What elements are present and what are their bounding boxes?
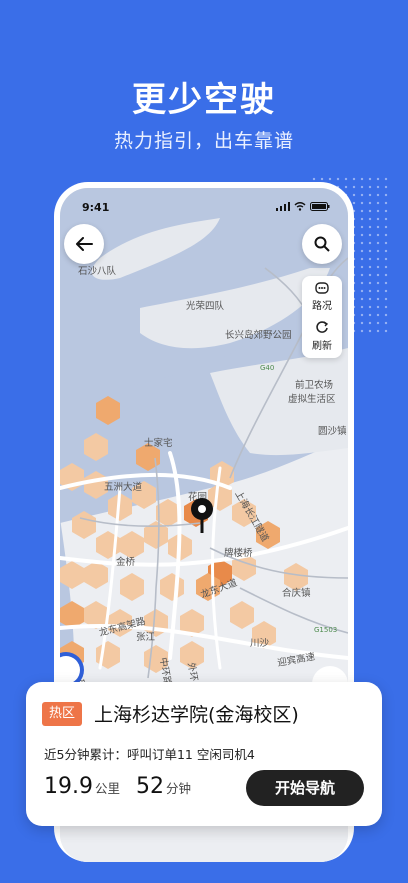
refresh-label: 刷新 xyxy=(312,341,332,352)
map-label: 金桥 xyxy=(116,556,136,568)
traffic-toggle[interactable]: 路况 xyxy=(302,282,342,312)
battery-icon xyxy=(310,202,330,211)
distance-value: 19.9 xyxy=(44,774,93,799)
wifi-icon xyxy=(294,202,306,211)
map-label: 川沙 xyxy=(250,638,270,649)
search-button[interactable] xyxy=(302,224,342,264)
promo-subtitle: 热力指引，出车靠谱 xyxy=(113,130,294,152)
map-label: G40 xyxy=(260,364,274,372)
map-label: G1503 xyxy=(314,626,337,634)
duration-unit: 分钟 xyxy=(166,781,192,796)
traffic-icon xyxy=(315,282,329,294)
map-label: 长兴岛郊野公园 xyxy=(225,329,292,341)
map-label: 牌楼桥 xyxy=(224,547,253,559)
map-label: 圆沙镇 xyxy=(318,425,347,437)
map-label: 石沙八队 xyxy=(78,265,117,277)
place-name: 上海杉达学院(金海校区) xyxy=(94,704,299,726)
arrow-left-icon xyxy=(76,237,93,251)
promo-headline: 更少空驶 xyxy=(132,80,276,120)
map-label: 张江 xyxy=(136,632,156,643)
distance: 19.9 公里 xyxy=(44,774,120,799)
hot-zone-tag: 热区 xyxy=(42,702,82,726)
map-label: 前卫农场 xyxy=(295,379,333,391)
status-bar: 9:41 xyxy=(60,188,348,218)
traffic-label: 路况 xyxy=(312,301,332,312)
search-icon xyxy=(314,236,330,252)
map-label: 虚拟生活区 xyxy=(288,393,336,405)
duration-value: 52 xyxy=(136,774,164,799)
map-label: 光荣四队 xyxy=(186,300,225,312)
signal-icon xyxy=(276,202,290,211)
distance-unit: 公里 xyxy=(94,781,120,796)
status-time: 9:41 xyxy=(82,201,110,214)
map-label: 士家宅 xyxy=(144,437,173,449)
hot-zone-card: 热区 上海杉达学院(金海校区) 近5分钟累计：呼叫订单11 空闲司机4 19.9… xyxy=(26,682,382,826)
order-stats: 近5分钟累计：呼叫订单11 空闲司机4 xyxy=(44,747,255,762)
map-side-panel: 路况 刷新 xyxy=(302,276,342,358)
map-label: 五洲大道 xyxy=(104,481,143,493)
duration: 52 分钟 xyxy=(136,774,191,799)
map-label: 合庆镇 xyxy=(282,587,311,599)
refresh-button[interactable]: 刷新 xyxy=(302,320,342,352)
refresh-icon xyxy=(316,321,329,333)
status-icons xyxy=(276,202,330,211)
start-navigation-button[interactable]: 开始导航 xyxy=(246,770,364,806)
back-button[interactable] xyxy=(64,224,104,264)
